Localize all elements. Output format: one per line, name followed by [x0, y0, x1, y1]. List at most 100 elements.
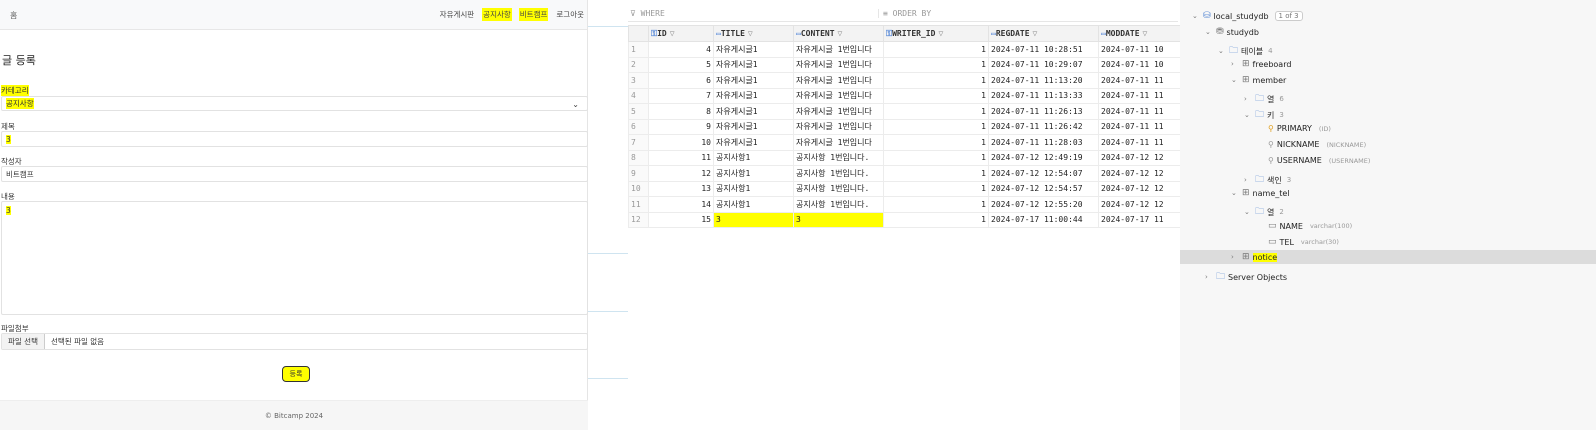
table-cell[interactable]: 자유게시글 1번입니다 — [793, 72, 884, 89]
filter-icon[interactable]: ▽ — [1033, 29, 1038, 38]
brand-link[interactable]: 홈 — [10, 10, 17, 21]
col-header-moddate[interactable]: ▭MODDATE ▽ — [1098, 25, 1180, 42]
table-cell[interactable]: 9 — [648, 118, 714, 135]
table-cell[interactable]: 공지사항1 — [713, 165, 794, 182]
table-cell[interactable]: 2024-07-12 12 — [1098, 196, 1180, 213]
tree-key-nickname[interactable]: ⚲ NICKNAME (NICKNAME) — [1268, 140, 1366, 149]
chevron-right-icon[interactable]: › — [1231, 253, 1239, 261]
table-cell[interactable]: 자유게시글1 — [713, 72, 794, 89]
table-row[interactable]: 7 10 자유게시글1 자유게시글 1번입니다 1 2024-07-11 11:28:03… — [628, 134, 1180, 151]
file-input[interactable]: 파일 선택 선택된 파일 없음 — [1, 333, 588, 350]
table-cell[interactable]: 2024-07-11 11:13:20 — [988, 72, 1099, 89]
nav-free-board[interactable]: 자유게시판 — [439, 8, 476, 21]
tree-key-username[interactable]: ⚲ USERNAME (USERNAME) — [1268, 156, 1370, 165]
table-cell[interactable]: 15 — [648, 211, 714, 228]
tree-member-keys[interactable]: ⌄ 🗀 키 3 — [1244, 107, 1284, 123]
table-row[interactable]: 12 15 3 3 1 2024-07-17 11:00:44 2024-07-17 11 — [628, 211, 1180, 228]
table-row[interactable]: 8 11 공지사항1 공지사항 1번입니다. 1 2024-07-12 12:49:19 2… — [628, 149, 1180, 166]
table-row[interactable]: 6 9 자유게시글1 자유게시글 1번입니다 1 2024-07-11 11:26:42 2… — [628, 118, 1180, 135]
filter-icon[interactable]: ▽ — [748, 29, 753, 38]
table-cell[interactable]: 1 — [883, 56, 989, 73]
table-cell[interactable]: 2024-07-11 11 — [1098, 118, 1180, 135]
tree-server-objects[interactable]: › 🗀 Server Objects — [1205, 269, 1287, 285]
table-cell[interactable]: 1 — [883, 180, 989, 197]
table-cell[interactable]: 2024-07-12 12:54:57 — [988, 180, 1099, 197]
table-row[interactable]: 9 12 공지사항1 공지사항 1번입니다. 1 2024-07-12 12:54:07 2… — [628, 165, 1180, 182]
table-cell[interactable]: 2024-07-12 12 — [1098, 165, 1180, 182]
table-cell[interactable]: 공지사항1 — [713, 180, 794, 197]
table-cell[interactable]: 3 — [793, 211, 884, 228]
table-cell[interactable]: 1 — [883, 87, 989, 104]
file-choose-button[interactable]: 파일 선택 — [2, 334, 45, 349]
table-cell[interactable]: 2024-07-12 12:55:20 — [988, 196, 1099, 213]
table-cell[interactable]: 자유게시글 1번입니다 — [793, 134, 884, 151]
table-row[interactable]: 5 8 자유게시글1 자유게시글 1번입니다 1 2024-07-11 11:26:13 2… — [628, 103, 1180, 120]
table-cell[interactable]: 자유게시글1 — [713, 87, 794, 104]
tree-table-notice[interactable]: › ⊞ notice — [1231, 252, 1278, 262]
tree-column-tel[interactable]: ▭ TEL varchar(30) — [1268, 237, 1339, 247]
tree-key-primary[interactable]: ⚲ PRIMARY (ID) — [1268, 124, 1331, 133]
chevron-down-icon[interactable]: ⌄ — [1218, 47, 1226, 55]
table-row[interactable]: 2 5 자유게시글1 자유게시글 1번입니다 1 2024-07-11 10:29:07 2… — [628, 56, 1180, 73]
table-cell[interactable]: 1 — [883, 134, 989, 151]
tree-tables-folder[interactable]: ⌄ 🗀 테이블 4 — [1218, 43, 1273, 59]
table-cell[interactable]: 1 — [883, 211, 989, 228]
submit-button[interactable]: 등록 — [282, 366, 310, 382]
col-header-id[interactable]: ⚿ID ▽ — [648, 25, 714, 42]
tree-database[interactable]: ⌄ ⛃ studydb — [1205, 27, 1259, 37]
table-cell[interactable]: 1 — [883, 41, 989, 58]
where-input[interactable]: ⊽ WHERE — [630, 9, 665, 18]
table-cell[interactable]: 자유게시글1 — [713, 41, 794, 58]
tree-member-columns[interactable]: › 🗀 열 6 — [1244, 91, 1284, 107]
table-cell[interactable]: 2024-07-11 11 — [1098, 87, 1180, 104]
table-cell[interactable]: 자유게시글1 — [713, 56, 794, 73]
nav-notice[interactable]: 공지사항 — [482, 8, 512, 21]
table-cell[interactable]: 7 — [648, 87, 714, 104]
order-by-input[interactable]: ≡ ORDER BY — [878, 9, 931, 18]
tree-connection[interactable]: ⌄ ⛁ local_studydb 1 of 3 — [1192, 11, 1303, 21]
chevron-right-icon[interactable]: › — [1231, 60, 1239, 68]
table-cell[interactable]: 12 — [648, 165, 714, 182]
table-cell[interactable]: 2024-07-11 11 — [1098, 72, 1180, 89]
table-cell[interactable]: 1 — [883, 72, 989, 89]
table-cell[interactable]: 2024-07-12 12:54:07 — [988, 165, 1099, 182]
filter-icon[interactable]: ▽ — [670, 29, 675, 38]
col-header-regdate[interactable]: ▭REGDATE ▽ — [988, 25, 1099, 42]
chevron-down-icon[interactable]: ⌄ — [1231, 189, 1239, 197]
col-header-title[interactable]: ▭TITLE ▽ — [713, 25, 794, 42]
table-cell[interactable]: 1 — [883, 149, 989, 166]
filter-icon[interactable]: ▽ — [1143, 29, 1148, 38]
nav-logout[interactable]: 로그아웃 — [555, 8, 585, 21]
table-cell[interactable]: 공지사항1 — [713, 149, 794, 166]
col-header-writer-id[interactable]: ⚿WRITER_ID ▽ — [883, 25, 989, 42]
table-row[interactable]: 4 7 자유게시글1 자유게시글 1번입니다 1 2024-07-11 11:13:33 2… — [628, 87, 1180, 104]
chevron-right-icon[interactable]: › — [1244, 176, 1252, 184]
table-cell[interactable]: 1 — [883, 118, 989, 135]
tree-column-name[interactable]: ▭ NAME varchar(100) — [1268, 221, 1352, 231]
table-cell[interactable]: 13 — [648, 180, 714, 197]
chevron-down-icon[interactable]: ⌄ — [1231, 76, 1239, 84]
table-cell[interactable]: 2024-07-11 10:29:07 — [988, 56, 1099, 73]
table-cell[interactable]: 2024-07-11 10:28:51 — [988, 41, 1099, 58]
filter-icon[interactable]: ▽ — [938, 29, 943, 38]
table-cell[interactable]: 10 — [648, 134, 714, 151]
table-cell[interactable]: 2024-07-11 11:13:33 — [988, 87, 1099, 104]
table-cell[interactable]: 공지사항 1번입니다. — [793, 180, 884, 197]
table-cell[interactable]: 2024-07-11 10 — [1098, 41, 1180, 58]
chevron-right-icon[interactable]: › — [1244, 95, 1252, 103]
table-cell[interactable]: 5 — [648, 56, 714, 73]
table-cell[interactable]: 공지사항 1번입니다. — [793, 196, 884, 213]
table-cell[interactable]: 2024-07-11 11:28:03 — [988, 134, 1099, 151]
tree-name-tel-columns[interactable]: ⌄ 🗀 열 2 — [1244, 204, 1284, 220]
table-cell[interactable]: 자유게시글1 — [713, 103, 794, 120]
table-cell[interactable]: 공지사항1 — [713, 196, 794, 213]
table-cell[interactable]: 2024-07-11 11:26:13 — [988, 103, 1099, 120]
table-cell[interactable]: 1 — [883, 103, 989, 120]
table-cell[interactable]: 8 — [648, 103, 714, 120]
filter-icon[interactable]: ▽ — [838, 29, 843, 38]
title-input[interactable]: 3 — [1, 131, 588, 147]
table-cell[interactable]: 2024-07-11 11 — [1098, 134, 1180, 151]
tree-table-member[interactable]: ⌄ ⊞ member — [1231, 75, 1286, 85]
nav-bitcamp[interactable]: 비트캠프 — [518, 8, 549, 21]
content-textarea[interactable]: 3 — [1, 201, 588, 315]
